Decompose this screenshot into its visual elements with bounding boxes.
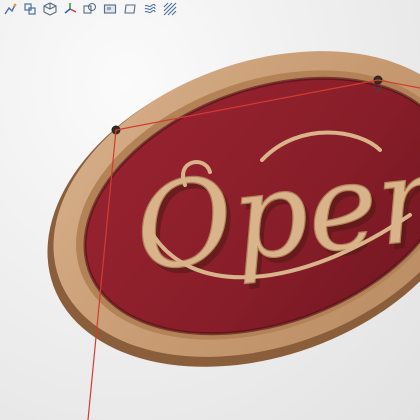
plane-tool-icon [124, 4, 136, 14]
boolean-tool-icon [83, 2, 97, 14]
sign-plaque[interactable]: Open Open [3, 0, 420, 420]
axis-gizmo-icon [64, 3, 77, 14]
boolean-tool-button[interactable] [82, 1, 98, 17]
material-tool-button[interactable] [102, 1, 118, 17]
hatch-tool-icon [163, 2, 177, 16]
plane-tool-button[interactable] [122, 1, 138, 17]
axis-gizmo-button[interactable] [62, 1, 78, 17]
transform-tool-icon [24, 3, 36, 15]
transform-tool-button[interactable] [22, 1, 38, 17]
view-cube-icon [43, 2, 57, 16]
view-cube-button[interactable] [42, 1, 58, 17]
texture-tool-button[interactable] [142, 1, 158, 17]
texture-tool-icon [144, 3, 156, 14]
3d-viewport[interactable]: Open Open [0, 0, 420, 420]
sketch-tool-icon [4, 3, 17, 15]
hatch-tool-button[interactable] [162, 1, 178, 17]
material-tool-icon [103, 4, 117, 14]
viewport-toolbar [2, 0, 178, 18]
sketch-tool-button[interactable] [2, 1, 18, 17]
